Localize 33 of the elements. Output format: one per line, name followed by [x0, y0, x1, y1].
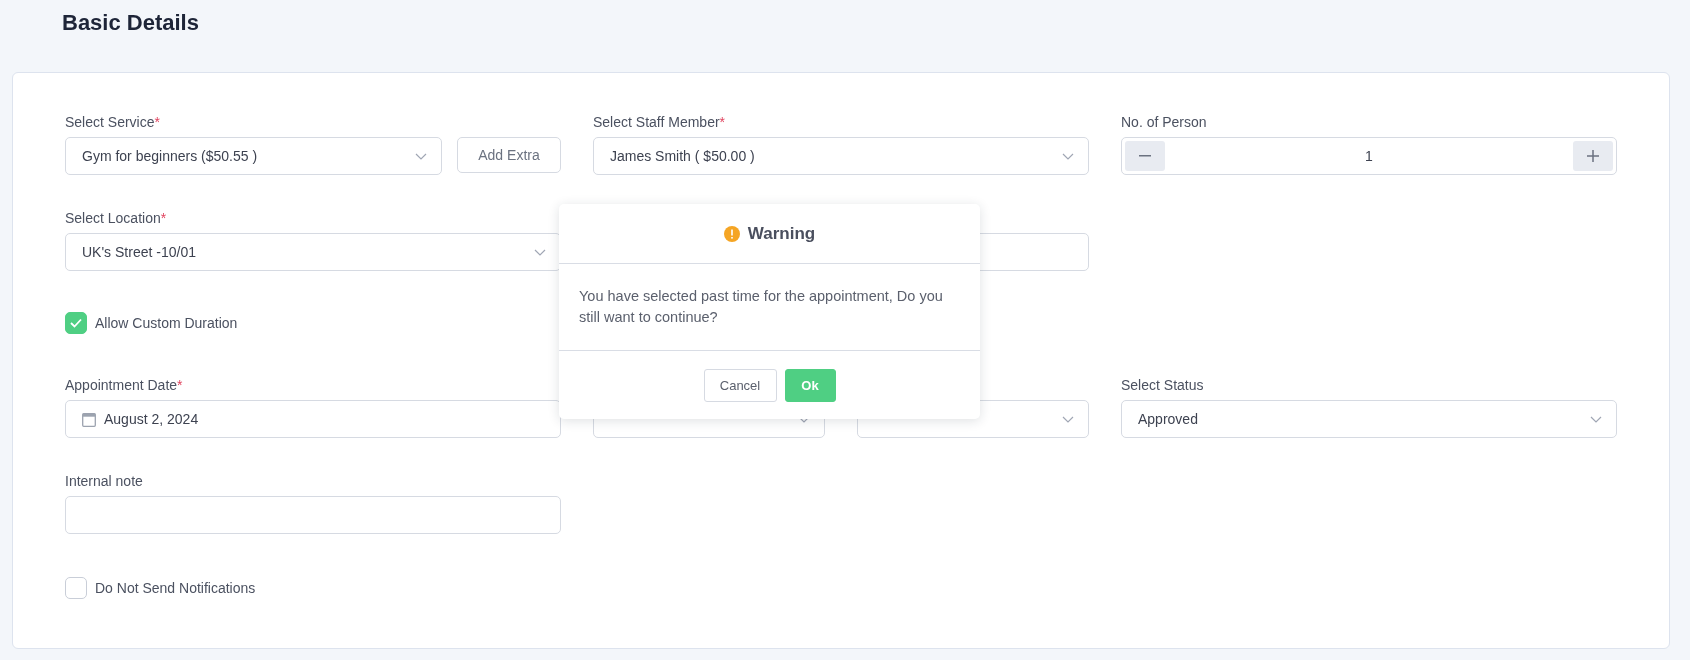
chevron-down-icon [534, 248, 546, 256]
date-field[interactable]: August 2, 2024 [65, 400, 561, 438]
location-dropdown[interactable]: UK's Street -10/01 [65, 233, 561, 271]
chevron-down-icon [415, 152, 427, 160]
note-field[interactable] [65, 496, 561, 534]
field-label: Select Service* [65, 113, 161, 131]
field-label: No. of Person [1121, 113, 1208, 131]
status-dropdown[interactable]: Approved [1121, 400, 1617, 438]
dialog-title: Warning [747, 224, 816, 244]
field-label: Appointment Date* [65, 376, 184, 394]
section-title: Basic Details [61, 9, 200, 37]
field-label: Select Location* [65, 209, 168, 227]
dialog-message: You have selected past time for the appointment, Do you still want to continue? [579, 287, 944, 327]
plus-icon[interactable] [1573, 141, 1613, 171]
person-stepper[interactable]: 1 [1121, 137, 1617, 175]
checkbox[interactable] [65, 577, 87, 599]
checkbox-label: Do Not Send Notifications [95, 580, 256, 596]
service-dropdown[interactable]: Gym for beginners ($50.55 ) [65, 137, 442, 175]
checkbox[interactable] [65, 312, 87, 334]
staff-dropdown[interactable]: James Smith ( $50.00 ) [593, 137, 1089, 175]
check-icon [70, 318, 82, 328]
cancel-button[interactable]: Cancel [703, 368, 777, 402]
add-extra-button[interactable]: Add Extra [457, 137, 561, 173]
field-label: Select Status [1121, 376, 1205, 394]
calendar-icon [82, 411, 96, 427]
minus-icon[interactable] [1125, 141, 1165, 171]
chevron-down-icon [1062, 152, 1074, 160]
warning-icon [723, 226, 740, 242]
field-label: Internal note [65, 472, 144, 490]
checkbox-label: Allow Custom Duration [95, 315, 238, 331]
chevron-down-icon [1590, 415, 1602, 423]
field-label: Select Staff Member* [593, 113, 727, 131]
chevron-down-icon [1062, 415, 1074, 423]
